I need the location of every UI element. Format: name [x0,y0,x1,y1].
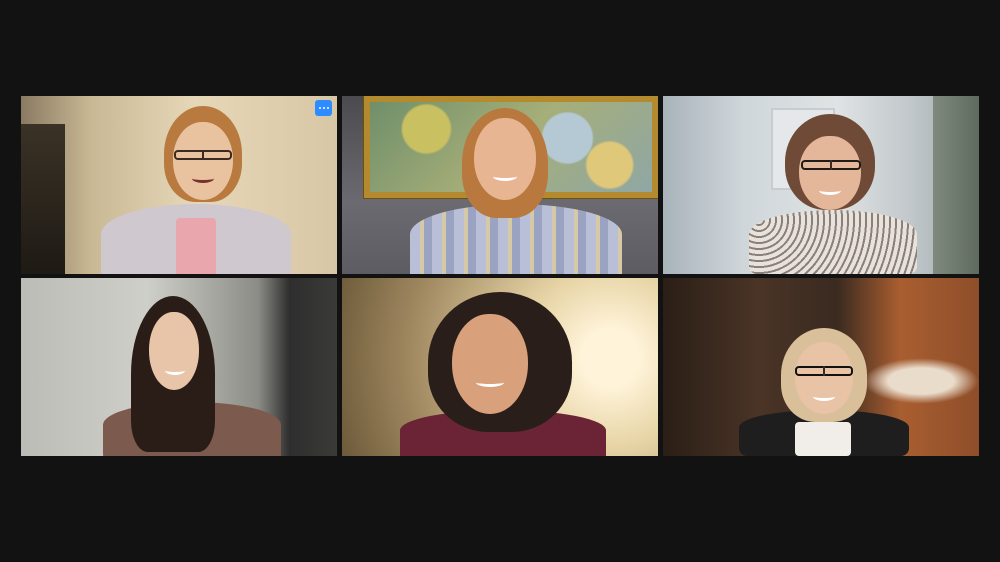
bookshelf [933,96,979,274]
participant-video [739,328,911,456]
participant-video [400,292,610,456]
participant-video [91,106,291,274]
participant-video [402,108,622,274]
participant-video-tile[interactable] [663,278,979,456]
participant-video-tile[interactable] [21,96,337,274]
participant-video-tile[interactable] [663,96,979,274]
participant-video [103,296,283,456]
participant-video [743,114,923,274]
more-options-button[interactable] [315,100,332,116]
participant-video-tile[interactable] [21,278,337,456]
doorway [21,124,65,274]
gallery-view-grid [21,96,979,456]
participant-video-tile[interactable] [342,96,658,274]
participant-video-tile[interactable] [342,278,658,456]
more-options-icon [318,107,321,109]
